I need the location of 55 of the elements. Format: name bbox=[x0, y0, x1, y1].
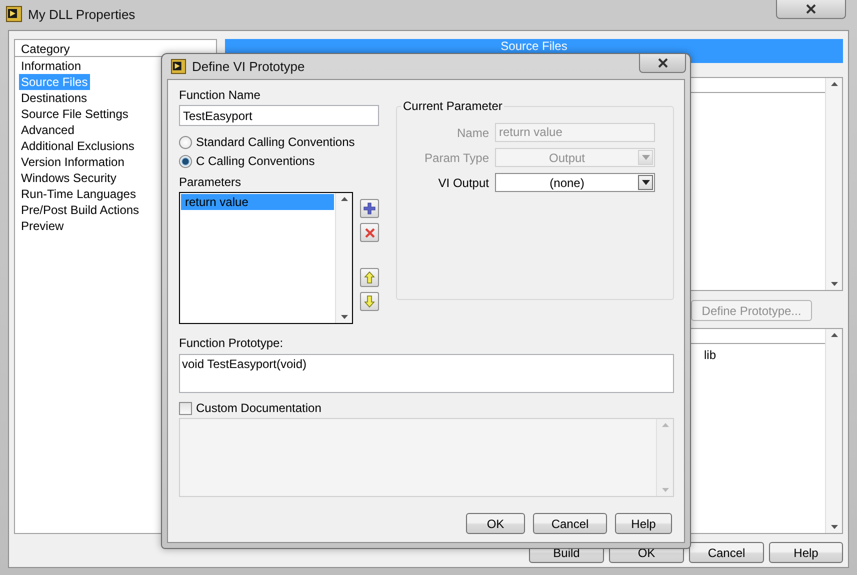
down-arrow-icon bbox=[364, 295, 375, 308]
category-item[interactable]: Version Information bbox=[19, 154, 126, 170]
close-button[interactable] bbox=[776, 0, 846, 19]
radio-button[interactable] bbox=[179, 155, 192, 168]
radio-label: C Calling Conventions bbox=[196, 154, 315, 169]
field-label: Param Type bbox=[424, 150, 489, 164]
dialog-button[interactable]: Help bbox=[769, 542, 843, 563]
category-item[interactable]: Destinations bbox=[19, 90, 90, 106]
function-name-field[interactable]: TestEasyport bbox=[179, 105, 379, 126]
scroll-up-icon[interactable] bbox=[830, 82, 838, 86]
scroll-up-icon[interactable] bbox=[340, 197, 348, 201]
category-item[interactable]: Additional Exclusions bbox=[19, 138, 136, 154]
field-label: Function Prototype: bbox=[179, 336, 284, 351]
dropdown-arrow-icon bbox=[642, 180, 650, 185]
radio-button[interactable] bbox=[179, 136, 192, 149]
dropdown[interactable]: (none) bbox=[495, 173, 655, 192]
category-item[interactable]: Source File Settings bbox=[19, 106, 130, 122]
app-logo-icon bbox=[6, 6, 22, 22]
category-item[interactable]: Windows Security bbox=[19, 170, 118, 186]
radio-label: Standard Calling Conventions bbox=[196, 135, 355, 150]
delete-button[interactable] bbox=[360, 223, 379, 242]
scroll-down-icon[interactable] bbox=[830, 282, 838, 286]
field-label: Name bbox=[456, 126, 489, 140]
up-arrow-icon bbox=[364, 271, 375, 284]
checkbox-label: Custom Documentation bbox=[196, 401, 322, 416]
category-item[interactable]: Pre/Post Build Actions bbox=[19, 202, 142, 218]
dialog-button[interactable]: Help bbox=[615, 513, 672, 534]
scroll-up-icon[interactable] bbox=[830, 333, 838, 337]
parameter-item[interactable]: return value bbox=[181, 194, 334, 210]
move-up-button[interactable] bbox=[360, 268, 379, 287]
app-logo-icon bbox=[171, 59, 186, 74]
dialog-button[interactable]: Cancel bbox=[689, 542, 764, 563]
checkbox[interactable] bbox=[179, 402, 192, 415]
scroll-down-icon[interactable] bbox=[830, 525, 838, 529]
dialog-button[interactable]: OK bbox=[466, 513, 525, 534]
dialog-button[interactable]: Cancel bbox=[533, 513, 607, 534]
close-button[interactable] bbox=[639, 54, 686, 73]
delete-icon bbox=[364, 226, 376, 238]
move-down-button[interactable] bbox=[360, 292, 379, 311]
group-title: Current Parameter bbox=[402, 99, 504, 113]
dropdown-arrow-icon bbox=[642, 155, 650, 160]
close-icon bbox=[656, 58, 668, 68]
category-item[interactable]: Preview bbox=[19, 218, 66, 234]
category-item[interactable]: Run-Time Languages bbox=[19, 186, 138, 202]
field-label: Parameters bbox=[179, 175, 242, 190]
prototype-field[interactable]: void TestEasyport(void) bbox=[179, 354, 674, 393]
window-title: My DLL Properties bbox=[28, 6, 136, 22]
scroll-down-icon[interactable] bbox=[340, 315, 348, 319]
category-item[interactable]: Information bbox=[19, 58, 84, 74]
field-label: Function Name bbox=[179, 88, 262, 103]
field-label: VI Output bbox=[437, 176, 489, 190]
close-icon bbox=[805, 4, 817, 14]
add-button[interactable] bbox=[360, 199, 379, 218]
plus-icon bbox=[363, 202, 376, 215]
category-item[interactable]: Advanced bbox=[19, 122, 76, 138]
